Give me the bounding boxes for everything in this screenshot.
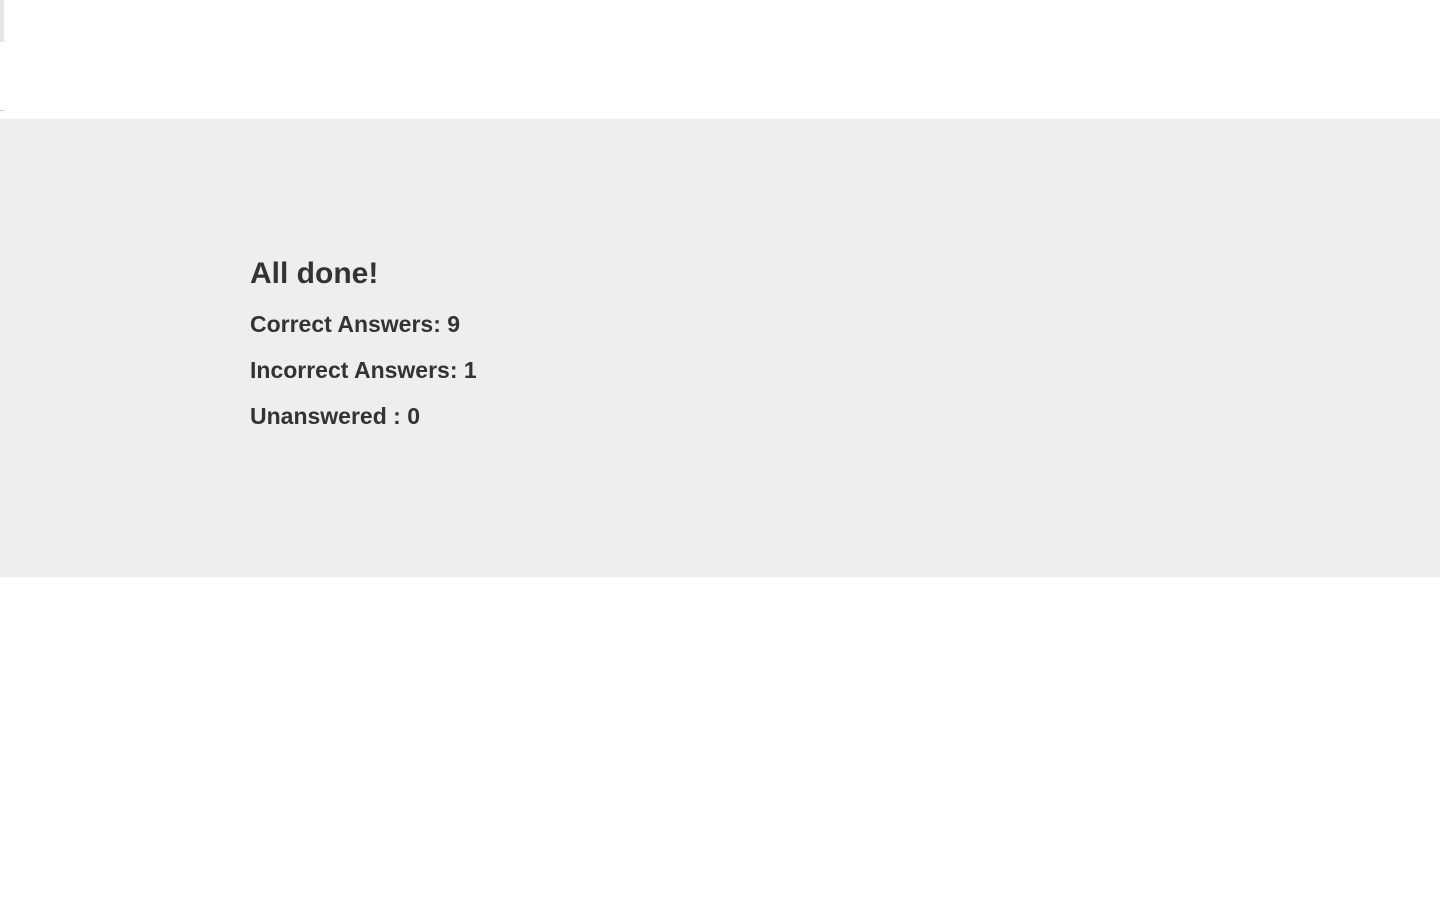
results-title: All done!	[250, 257, 379, 290]
top-edge-mark	[0, 0, 4, 42]
results-content: All done! Correct Answers: 9 Incorrect A…	[250, 255, 477, 445]
page: All done! Correct Answers: 9 Incorrect A…	[0, 0, 1440, 900]
correct-answers-count: Correct Answers: 9	[250, 311, 461, 337]
incorrect-answers-count: Incorrect Answers: 1	[250, 357, 477, 383]
results-panel: All done! Correct Answers: 9 Incorrect A…	[0, 119, 1440, 577]
header-divider-tick	[0, 110, 4, 111]
unanswered-count: Unanswered : 0	[250, 403, 420, 429]
